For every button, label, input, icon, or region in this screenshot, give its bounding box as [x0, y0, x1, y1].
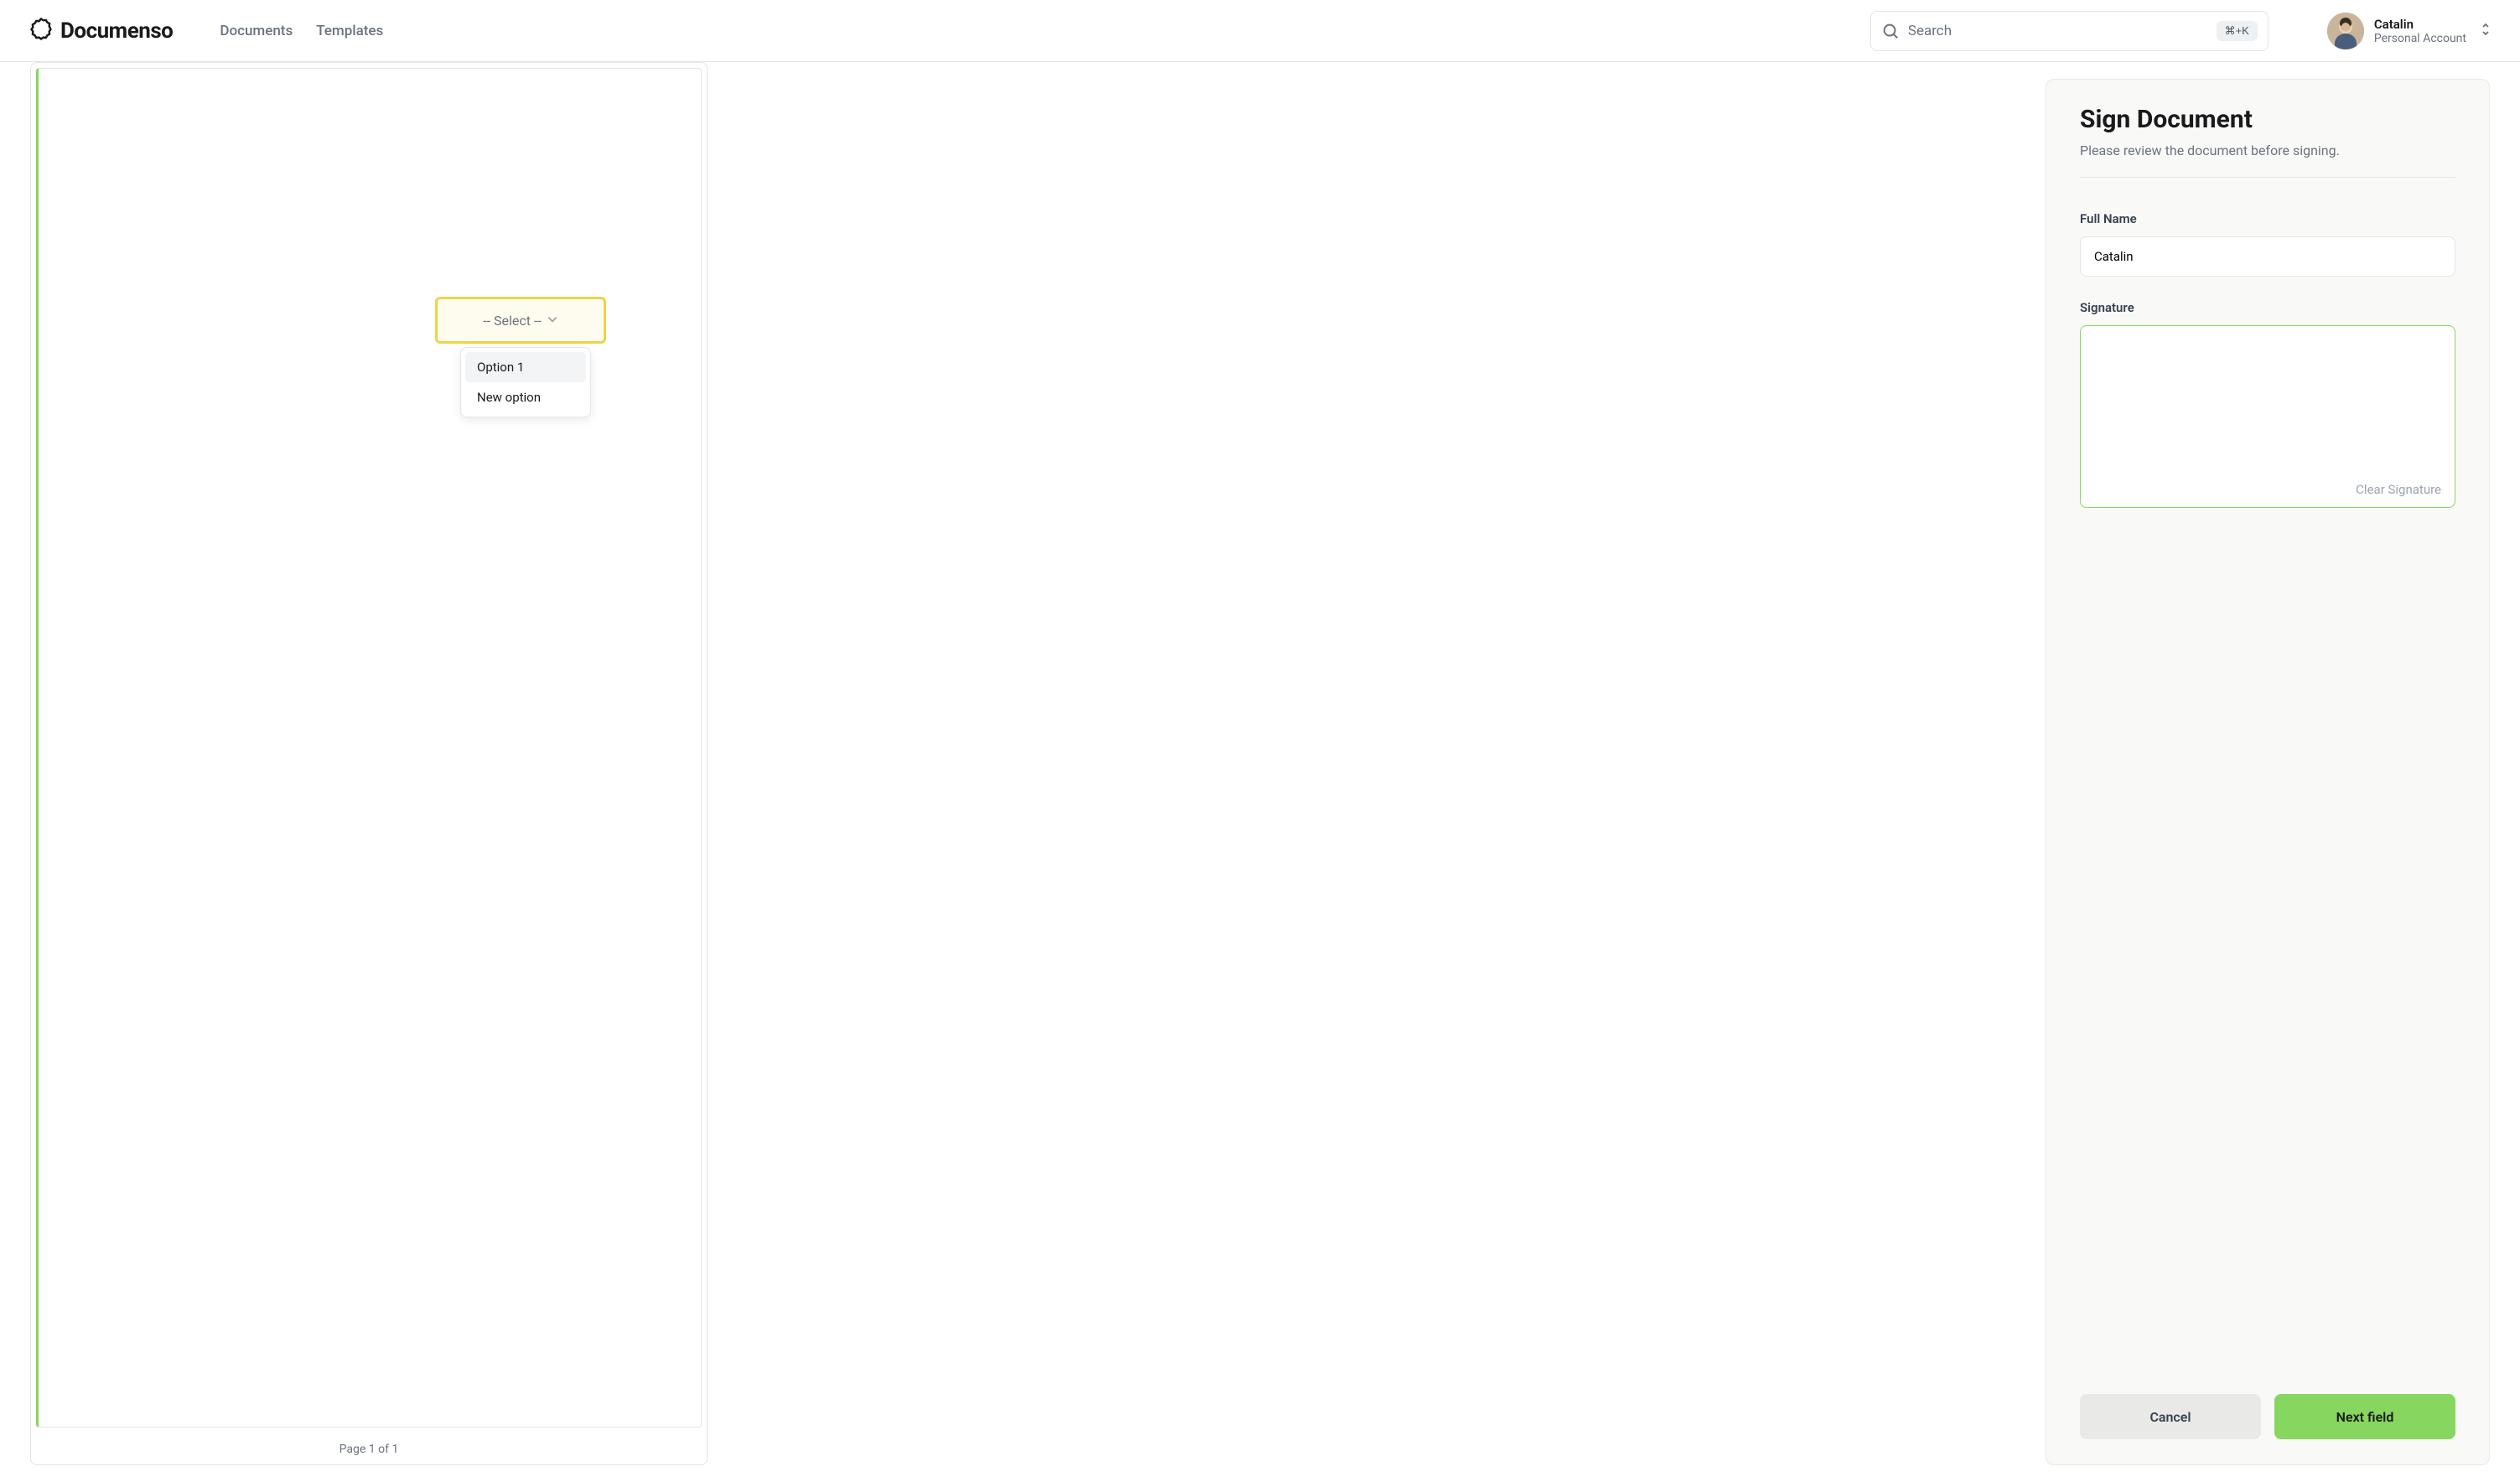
seal-icon [29, 17, 54, 45]
page-indicator: Page 1 of 1 [36, 1428, 702, 1459]
full-name-input[interactable] [2080, 236, 2455, 277]
chevron-updown-icon [2480, 22, 2491, 40]
side-panel: Sign Document Please review the document… [2029, 62, 2520, 1482]
select-field[interactable]: -- Select -- [435, 297, 606, 344]
nav-documents[interactable]: Documents [220, 23, 293, 39]
full-name-label: Full Name [2080, 211, 2455, 226]
cancel-button[interactable]: Cancel [2080, 1394, 2261, 1439]
app-header: Documenso Documents Templates Search ⌘+K [0, 0, 2520, 62]
search-input[interactable]: Search ⌘+K [1870, 11, 2269, 51]
document-viewer: -- Select -- Option 1 New option Page 1 … [0, 62, 2029, 1482]
signature-label: Signature [2080, 300, 2455, 315]
dropdown-option-2[interactable]: New option [465, 382, 586, 412]
logo[interactable]: Documenso [29, 17, 173, 45]
search-shortcut: ⌘+K [2217, 21, 2258, 41]
main-nav: Documents Templates [220, 23, 383, 39]
main-content: -- Select -- Option 1 New option Page 1 … [0, 62, 2520, 1482]
search-icon [1881, 22, 1900, 40]
account-text: Catalin Personal Account [2374, 17, 2466, 45]
document-page[interactable]: -- Select -- Option 1 New option [36, 68, 702, 1428]
document-card: -- Select -- Option 1 New option Page 1 … [30, 62, 708, 1465]
avatar [2327, 13, 2364, 49]
next-field-button[interactable]: Next field [2274, 1394, 2455, 1439]
dropdown-option-1[interactable]: Option 1 [465, 352, 586, 382]
search-placeholder: Search [1908, 23, 2217, 39]
select-placeholder: -- Select -- [483, 313, 542, 329]
brand-name: Documenso [60, 18, 173, 44]
account-name: Catalin [2374, 17, 2466, 32]
sign-panel: Sign Document Please review the document… [2046, 79, 2490, 1465]
search-wrapper: Search ⌘+K [1870, 11, 2269, 51]
nav-templates[interactable]: Templates [316, 23, 383, 39]
signature-pad[interactable]: Clear Signature [2080, 325, 2455, 508]
chevron-down-icon [547, 313, 558, 329]
clear-signature-button[interactable]: Clear Signature [2356, 482, 2441, 497]
panel-subtitle: Please review the document before signin… [2080, 142, 2455, 178]
account-type: Personal Account [2374, 32, 2466, 45]
account-menu[interactable]: Catalin Personal Account [2327, 13, 2491, 49]
action-buttons: Cancel Next field [2080, 1394, 2455, 1439]
select-dropdown: Option 1 New option [460, 347, 591, 417]
panel-title: Sign Document [2080, 105, 2455, 134]
